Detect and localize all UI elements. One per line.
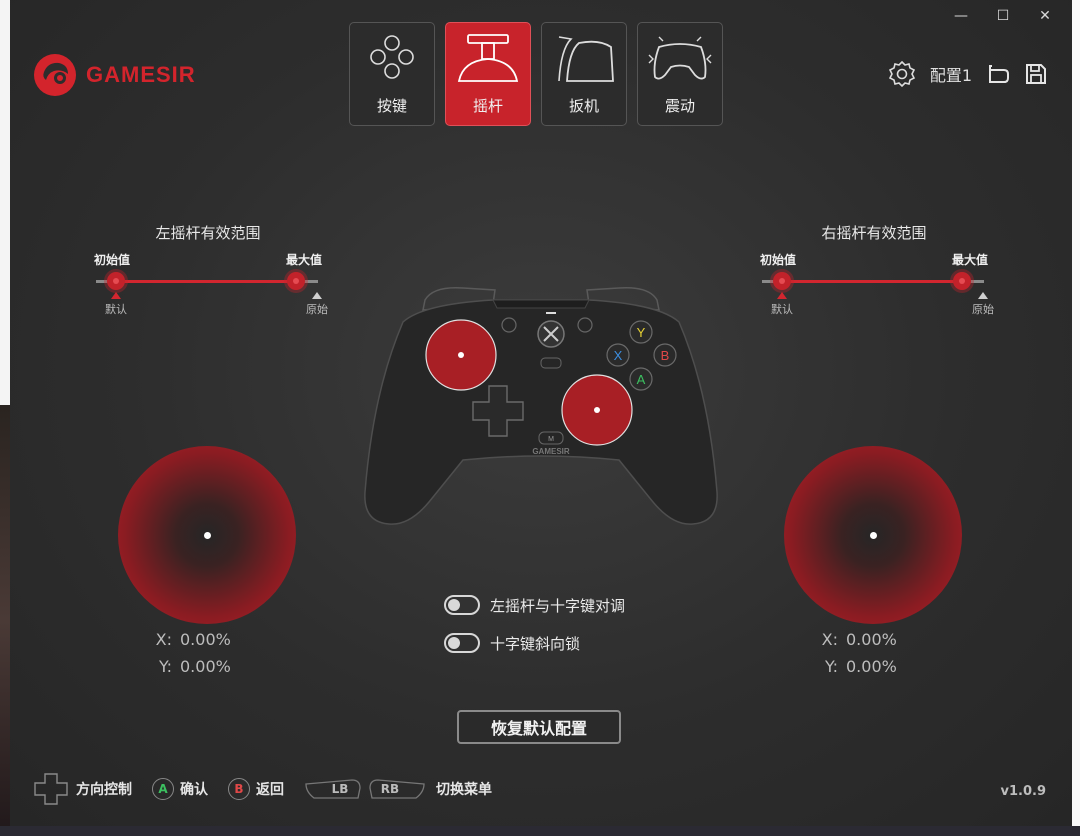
- confirm-hint-label: 确认: [180, 782, 208, 798]
- right-y-value: 0.00%: [846, 657, 897, 676]
- right-range-markers: 默认 原始: [754, 292, 994, 318]
- right-stick-position-dot: [870, 532, 877, 539]
- left-x-value: 0.00%: [180, 630, 231, 649]
- gamesir-logo: GAMESIR: [32, 52, 196, 98]
- dpad-icon: [34, 773, 68, 805]
- tab-joystick-label: 摇杆: [472, 97, 503, 115]
- undo-icon[interactable]: [986, 62, 1010, 86]
- left-x-label: X:: [155, 630, 172, 649]
- gamesir-logo-icon: [34, 54, 76, 96]
- right-stick-visualizer: [784, 446, 962, 624]
- swap-stick-dpad-switch[interactable]: [444, 595, 480, 615]
- left-range-title: 左摇杆有效范围: [155, 224, 261, 242]
- right-stick-range: 右摇杆有效范围 初始值 最大值 默认 原始: [754, 222, 994, 318]
- dpad-diagonal-lock-switch[interactable]: [444, 633, 480, 653]
- joystick-icon: [457, 34, 519, 82]
- left-stick-coords: X: 0.00% Y: 0.00%: [146, 626, 266, 680]
- left-stick-visualizer: [118, 446, 296, 624]
- right-range-original-label: 原始: [972, 303, 994, 316]
- dpad-diagonal-lock-label: 十字键斜向锁: [490, 634, 581, 653]
- left-stick-position-dot: [204, 532, 211, 539]
- left-range-track[interactable]: [88, 270, 328, 292]
- background-taskbar: [0, 826, 1080, 836]
- tab-joystick[interactable]: 摇杆: [445, 22, 531, 126]
- controller-x-button: X: [614, 348, 623, 363]
- background-image-left: [0, 405, 10, 836]
- controller-y-button: Y: [637, 325, 646, 340]
- window-controls: — ☐ ✕: [940, 6, 1066, 26]
- brand-wordmark: GAMESIR: [86, 62, 196, 87]
- tab-vibration[interactable]: 震动: [637, 22, 723, 126]
- left-range-markers: 默认 原始: [88, 292, 328, 318]
- right-y-label: Y:: [824, 657, 838, 676]
- controller-m-button: M: [548, 436, 554, 443]
- left-stick-range: 左摇杆有效范围 初始值 最大值 默认 原始: [88, 222, 328, 318]
- lb-bumper-icon: LB: [304, 778, 362, 800]
- left-range-labels: 初始值 最大值: [88, 251, 328, 268]
- option-toggles: 左摇杆与十字键对调 十字键斜向锁: [444, 586, 625, 662]
- right-range-max-handle[interactable]: [953, 272, 971, 290]
- maximize-button[interactable]: ☐: [982, 6, 1024, 26]
- tab-vibration-label: 震动: [664, 97, 695, 115]
- save-icon[interactable]: [1024, 62, 1048, 86]
- left-y-label: Y:: [158, 657, 172, 676]
- left-range-default-label: 默认: [105, 303, 127, 316]
- swap-stick-dpad-label: 左摇杆与十字键对调: [490, 596, 626, 615]
- tab-bar: 按键 摇杆 扳机 震动: [349, 22, 723, 126]
- right-x-value: 0.00%: [846, 630, 897, 649]
- swap-stick-dpad-row[interactable]: 左摇杆与十字键对调: [444, 586, 625, 624]
- footer-hints: 方向控制 A 确认 B 返回 LB RB 切换菜单: [32, 772, 492, 806]
- left-range-max-handle[interactable]: [287, 272, 305, 290]
- right-x-label: X:: [821, 630, 838, 649]
- tab-trigger[interactable]: 扳机: [541, 22, 627, 126]
- right-stick-coords: X: 0.00% Y: 0.00%: [812, 626, 932, 680]
- left-range-original-label: 原始: [306, 303, 328, 316]
- tab-buttons-label: 按键: [376, 97, 407, 115]
- left-range-max-label: 最大值: [285, 253, 322, 267]
- vibration-icon: [648, 36, 712, 80]
- a-button-icon: A: [152, 778, 174, 800]
- back-hint-label: 返回: [256, 782, 284, 798]
- switch-menu-hint-label: 切换菜单: [436, 782, 492, 798]
- rb-label: RB: [380, 782, 400, 796]
- controller-a-button: A: [637, 372, 646, 387]
- right-range-min-handle[interactable]: [773, 272, 791, 290]
- buttons-icon: [370, 35, 414, 79]
- right-range-min-label: 初始值: [760, 253, 797, 267]
- tab-trigger-label: 扳机: [568, 97, 599, 115]
- rb-bumper-icon: RB: [368, 778, 426, 800]
- left-y-value: 0.00%: [180, 657, 231, 676]
- config-toolbar: 配置1: [888, 60, 1048, 88]
- reset-default-button[interactable]: 恢复默认配置: [457, 710, 621, 744]
- dpad-hint-label: 方向控制: [76, 782, 132, 798]
- gamesir-app-window: — ☐ ✕ GAMESIR 按键 摇杆 扳机 震动 配置1 左摇杆有效范围 初始…: [10, 0, 1072, 826]
- right-range-title: 右摇杆有效范围: [821, 224, 927, 242]
- trigger-icon: [558, 36, 614, 82]
- b-button-icon: B: [228, 778, 250, 800]
- lb-label: LB: [331, 782, 349, 796]
- controller-illustration: M GAMESIR Y X B A: [364, 287, 718, 525]
- right-range-max-label: 最大值: [951, 253, 988, 267]
- tab-buttons[interactable]: 按键: [349, 22, 435, 126]
- controller-brand-text: GAMESIR: [532, 447, 570, 456]
- right-range-default-label: 默认: [771, 303, 793, 316]
- config-name[interactable]: 配置1: [930, 62, 972, 86]
- minimize-button[interactable]: —: [940, 6, 982, 26]
- left-range-min-label: 初始值: [94, 253, 131, 267]
- controller-b-button: B: [661, 348, 670, 363]
- dpad-diagonal-lock-row[interactable]: 十字键斜向锁: [444, 624, 625, 662]
- left-range-min-handle[interactable]: [107, 272, 125, 290]
- gear-icon[interactable]: [888, 60, 916, 88]
- right-range-labels: 初始值 最大值: [754, 251, 994, 268]
- version-label: v1.0.9: [1000, 784, 1047, 799]
- close-button[interactable]: ✕: [1024, 6, 1066, 26]
- right-range-track[interactable]: [754, 270, 994, 292]
